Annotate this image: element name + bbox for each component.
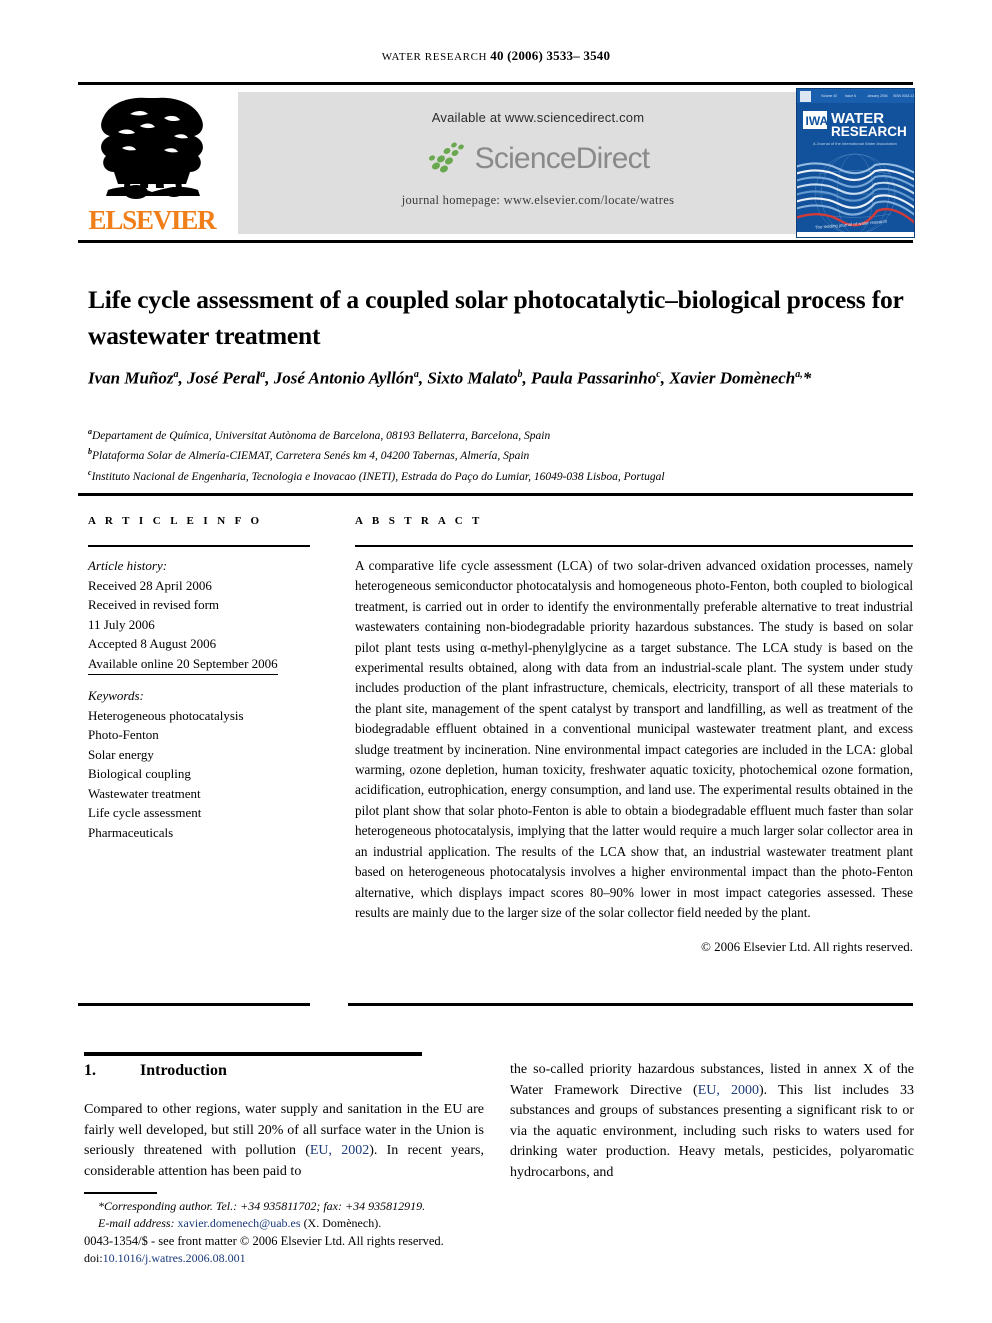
sciencedirect-wordmark: ScienceDirect: [474, 142, 650, 175]
elsevier-wordmark: ELSEVIER: [88, 205, 217, 235]
footnote-rule: [84, 1192, 157, 1194]
page-title: Life cycle assessment of a coupled solar…: [88, 285, 904, 351]
keyword-item: Solar energy: [88, 746, 154, 762]
journal-homepage-link[interactable]: journal homepage: www.elsevier.com/locat…: [402, 193, 675, 208]
masthead-top-rule: [78, 82, 913, 85]
abstract-text: A comparative life cycle assessment (LCA…: [355, 558, 913, 920]
citation-link[interactable]: EU, 2000: [698, 1083, 759, 1098]
affiliation-item: bPlataforma Solar de Almería-CIEMAT, Car…: [88, 444, 918, 464]
article-info-underline: [88, 545, 310, 547]
abstract-copyright: © 2006 Elsevier Ltd. All rights reserved…: [700, 939, 913, 955]
corresponding-author-text: Corresponding author. Tel.: +34 93581170…: [104, 1199, 426, 1213]
footnote-block: *Corresponding author. Tel.: +34 9358117…: [84, 1198, 504, 1266]
svg-text:Issue 6: Issue 6: [845, 94, 856, 98]
body-column-left: 1. Introduction Compared to other regions…: [84, 1062, 484, 1182]
elsevier-tree-icon: [101, 97, 203, 199]
introduction-paragraph-left: Compared to other regions, water supply …: [84, 1100, 484, 1182]
affiliation-text: Departament de Química, Universitat Autò…: [92, 429, 551, 442]
keyword-item: Wastewater treatment: [88, 785, 201, 801]
water-research-cover-art: Volume 40 Issue 6 January 2006 ISSN 0043…: [797, 89, 914, 237]
doi-label: doi:: [84, 1250, 103, 1265]
available-online-date: Available online 20 September 2006: [88, 654, 278, 675]
issn-line: 0043-1354/$ - see front matter © 2006 El…: [84, 1234, 444, 1248]
introduction-paragraph-right: the so-called priority hazardous substan…: [510, 1060, 914, 1183]
introduction-top-rule: [84, 1052, 422, 1056]
keywords-label: Keywords:: [88, 688, 144, 703]
email-label: E-mail address:: [98, 1215, 175, 1230]
article-info-column: A R T I C L E I N F O: [88, 515, 310, 536]
abstract-column: A B S T R A C T: [355, 515, 913, 536]
running-head-volume-pages: 40 (2006) 3533– 3540: [490, 48, 611, 63]
article-info-bottom-rule: [78, 1003, 310, 1006]
affiliation-item: aDepartament de Química, Universitat Aut…: [88, 424, 918, 444]
abstract-underline: [355, 545, 913, 547]
masthead-bottom-rule: [78, 240, 913, 243]
affiliation-item: cInstituto Nacional de Engenharia, Tecno…: [88, 465, 918, 485]
journal-article-page: WATER RESEARCH 40 (2006) 3533– 3540 ELSE…: [0, 0, 992, 1323]
email-link[interactable]: xavier.domenech@uab.es: [178, 1216, 301, 1230]
introduction-heading: 1. Introduction: [84, 1062, 484, 1080]
info-section-top-rule: [78, 493, 913, 496]
doi-link[interactable]: 10.1016/j.watres.2006.08.001: [103, 1251, 246, 1265]
affiliation-text: Plataforma Solar de Almería-CIEMAT, Carr…: [92, 450, 530, 463]
article-history-item: Received in revised form: [88, 597, 220, 612]
introduction-title: Introduction: [140, 1062, 227, 1079]
available-online-wrapper: Available online 20 September 2006: [88, 654, 320, 675]
article-history-item: Received 28 April 2006: [88, 577, 212, 593]
introduction-number: 1.: [84, 1062, 96, 1079]
doi-line: doi:10.1016/j.watres.2006.08.001: [84, 1250, 504, 1267]
keyword-item: Life cycle assessment: [88, 805, 202, 820]
keyword-item: Biological coupling: [88, 766, 191, 781]
email-owner: (X. Domènech).: [303, 1215, 382, 1230]
article-history-item: 11 July 2006: [88, 616, 155, 632]
keywords-block: Keywords: Heterogeneous photocatalysis P…: [88, 686, 320, 842]
running-head-journal-name: WATER RESEARCH: [381, 51, 488, 63]
corresponding-author-note: *Corresponding author. Tel.: +34 9358117…: [98, 1199, 426, 1213]
sciencedirect-leaves-icon: [428, 142, 464, 173]
available-at-text: Available at www.sciencedirect.com: [431, 110, 645, 125]
elsevier-logo: ELSEVIER: [78, 88, 223, 236]
author-list: Ivan Muñoza, José Perala, José Antonio A…: [88, 368, 812, 388]
running-head: WATER RESEARCH 40 (2006) 3533– 3540: [0, 48, 992, 64]
affiliation-list: aDepartament de Química, Universitat Aut…: [88, 424, 918, 485]
svg-text:IWA: IWA: [806, 114, 829, 128]
keyword-item: Photo-Fenton: [88, 727, 159, 742]
citation-link[interactable]: EU, 2002: [310, 1143, 369, 1158]
article-info-body: Article history: Received 28 April 2006 …: [88, 556, 320, 842]
affiliation-text: Instituto Nacional de Engenharia, Tecnol…: [91, 470, 665, 483]
masthead: ELSEVIER Available at www.sciencedirect.…: [78, 88, 915, 238]
svg-text:January 2006: January 2006: [867, 94, 888, 98]
svg-text:A Journal of the International: A Journal of the International Water Ass…: [813, 141, 897, 146]
email-note: E-mail address: xavier.domenech@uab.es (…: [84, 1215, 504, 1232]
keyword-item: Pharmaceuticals: [88, 824, 174, 840]
abstract-heading: A B S T R A C T: [355, 515, 483, 527]
body-column-right: the so-called priority hazardous substan…: [510, 1060, 914, 1183]
abstract-body: A comparative life cycle assessment (LCA…: [355, 556, 913, 958]
svg-text:Volume 40: Volume 40: [821, 94, 837, 98]
article-info-heading: A R T I C L E I N F O: [88, 515, 263, 527]
abstract-bottom-rule: [348, 1003, 913, 1006]
svg-text:RESEARCH: RESEARCH: [831, 124, 907, 139]
journal-cover-image: Volume 40 Issue 6 January 2006 ISSN 0043…: [796, 88, 915, 238]
sciencedirect-band: Available at www.sciencedirect.com Scien…: [238, 92, 838, 234]
keyword-item: Heterogeneous photocatalysis: [88, 707, 244, 723]
article-history-label: Article history:: [88, 558, 168, 573]
sciencedirect-logo: ScienceDirect: [427, 139, 650, 179]
svg-text:ISSN 0043-1354: ISSN 0043-1354: [893, 94, 914, 98]
article-history-item: Accepted 8 August 2006: [88, 636, 217, 651]
